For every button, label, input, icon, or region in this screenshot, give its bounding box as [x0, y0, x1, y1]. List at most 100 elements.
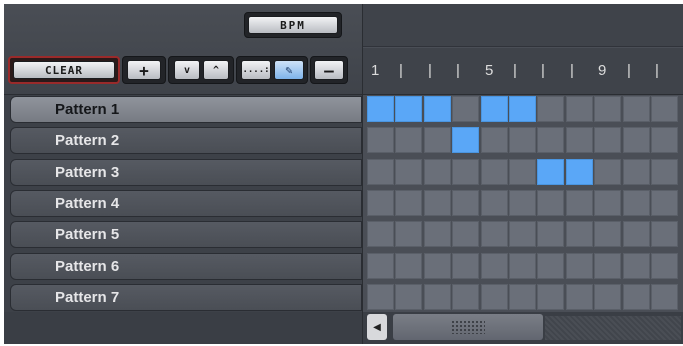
step-cell[interactable]	[424, 284, 451, 310]
step-cell[interactable]	[395, 190, 422, 216]
step-cell[interactable]	[566, 253, 593, 279]
step-cell[interactable]	[651, 221, 678, 247]
step-cell[interactable]	[367, 253, 394, 279]
step-cell[interactable]	[537, 190, 564, 216]
step-cell[interactable]	[424, 127, 451, 153]
step-cell[interactable]	[594, 127, 621, 153]
step-cell[interactable]	[594, 284, 621, 310]
ruler-mark: 5	[485, 62, 494, 79]
step-cell[interactable]	[481, 221, 508, 247]
step-cell[interactable]	[452, 221, 479, 247]
step-cell[interactable]	[623, 96, 650, 122]
step-cell[interactable]	[424, 253, 451, 279]
step-cell[interactable]	[509, 127, 536, 153]
pattern-row[interactable]: Pattern 4	[10, 190, 362, 217]
step-cell[interactable]	[424, 159, 451, 185]
step-cell[interactable]	[395, 159, 422, 185]
add-pattern-button[interactable]: +	[127, 60, 161, 80]
scrollbar-track[interactable]	[545, 316, 681, 340]
step-cell[interactable]	[367, 190, 394, 216]
step-cell[interactable]	[452, 190, 479, 216]
step-cell[interactable]	[509, 253, 536, 279]
step-cell[interactable]	[566, 190, 593, 216]
pattern-label: Pattern 6	[55, 258, 120, 275]
step-cell[interactable]	[367, 127, 394, 153]
step-cell[interactable]	[623, 127, 650, 153]
step-cell[interactable]	[452, 159, 479, 185]
ruler-mark: 9	[598, 62, 607, 79]
step-cell[interactable]	[367, 221, 394, 247]
step-cell[interactable]	[481, 284, 508, 310]
step-cell[interactable]	[481, 159, 508, 185]
step-cell[interactable]	[651, 96, 678, 122]
pattern-row[interactable]: Pattern 6	[10, 253, 362, 280]
bpm-frame: BPM	[244, 12, 342, 38]
step-cell[interactable]	[367, 159, 394, 185]
remove-pattern-button[interactable]: —	[314, 60, 344, 80]
step-cell[interactable]	[481, 253, 508, 279]
step-cell[interactable]	[481, 190, 508, 216]
dots-mode-button[interactable]: ....:	[241, 60, 271, 80]
step-cell[interactable]	[537, 253, 564, 279]
pencil-mode-button[interactable]: ✎	[274, 60, 304, 80]
step-cell[interactable]	[367, 284, 394, 310]
step-cell[interactable]	[566, 96, 593, 122]
step-cell[interactable]	[537, 159, 564, 185]
step-cell[interactable]	[424, 190, 451, 216]
step-cell[interactable]	[623, 159, 650, 185]
step-cell[interactable]	[395, 96, 422, 122]
step-cell[interactable]	[566, 159, 593, 185]
step-cell[interactable]	[452, 96, 479, 122]
step-cell[interactable]	[594, 253, 621, 279]
step-cell[interactable]	[395, 253, 422, 279]
step-cell[interactable]	[651, 253, 678, 279]
step-cell[interactable]	[424, 96, 451, 122]
step-cell[interactable]	[509, 96, 536, 122]
step-cell[interactable]	[651, 159, 678, 185]
step-cell[interactable]	[594, 159, 621, 185]
clear-button[interactable]: CLEAR	[13, 61, 115, 79]
step-cell[interactable]	[594, 190, 621, 216]
step-cell[interactable]	[452, 127, 479, 153]
step-cell[interactable]	[395, 127, 422, 153]
step-cell[interactable]	[651, 127, 678, 153]
step-cell[interactable]	[395, 284, 422, 310]
step-cell[interactable]	[594, 221, 621, 247]
step-cell[interactable]	[452, 253, 479, 279]
bpm-button[interactable]: BPM	[248, 16, 338, 34]
step-cell[interactable]	[651, 284, 678, 310]
move-down-button[interactable]: v	[174, 60, 200, 80]
pattern-row[interactable]: Pattern 2	[10, 127, 362, 154]
step-cell[interactable]	[509, 284, 536, 310]
step-cell[interactable]	[537, 284, 564, 310]
step-cell[interactable]	[424, 221, 451, 247]
step-cell[interactable]	[481, 127, 508, 153]
pattern-row[interactable]: Pattern 7	[10, 284, 362, 311]
step-cell[interactable]	[623, 190, 650, 216]
step-cell[interactable]	[537, 221, 564, 247]
step-cell[interactable]	[566, 221, 593, 247]
pattern-row[interactable]: Pattern 5	[10, 221, 362, 248]
step-cell[interactable]	[509, 190, 536, 216]
scroll-left-button[interactable]: ◀	[367, 314, 387, 340]
step-cell[interactable]	[623, 221, 650, 247]
step-cell[interactable]	[509, 221, 536, 247]
step-cell[interactable]	[566, 284, 593, 310]
pattern-row[interactable]: Pattern 3	[10, 159, 362, 186]
move-up-button[interactable]: ^	[203, 60, 229, 80]
step-cell[interactable]	[367, 96, 394, 122]
step-cell[interactable]	[623, 253, 650, 279]
step-cell[interactable]	[623, 284, 650, 310]
step-cell[interactable]	[395, 221, 422, 247]
step-cell[interactable]	[566, 127, 593, 153]
step-cell[interactable]	[537, 127, 564, 153]
step-cell[interactable]	[537, 96, 564, 122]
step-cell[interactable]	[594, 96, 621, 122]
step-cell[interactable]	[651, 190, 678, 216]
pattern-row[interactable]: Pattern 1	[10, 96, 362, 123]
horizontal-scrollbar[interactable]: ◀	[363, 312, 683, 344]
step-cell[interactable]	[452, 284, 479, 310]
step-cell[interactable]	[509, 159, 536, 185]
step-cell[interactable]	[481, 96, 508, 122]
scrollbar-thumb[interactable]	[393, 314, 543, 340]
